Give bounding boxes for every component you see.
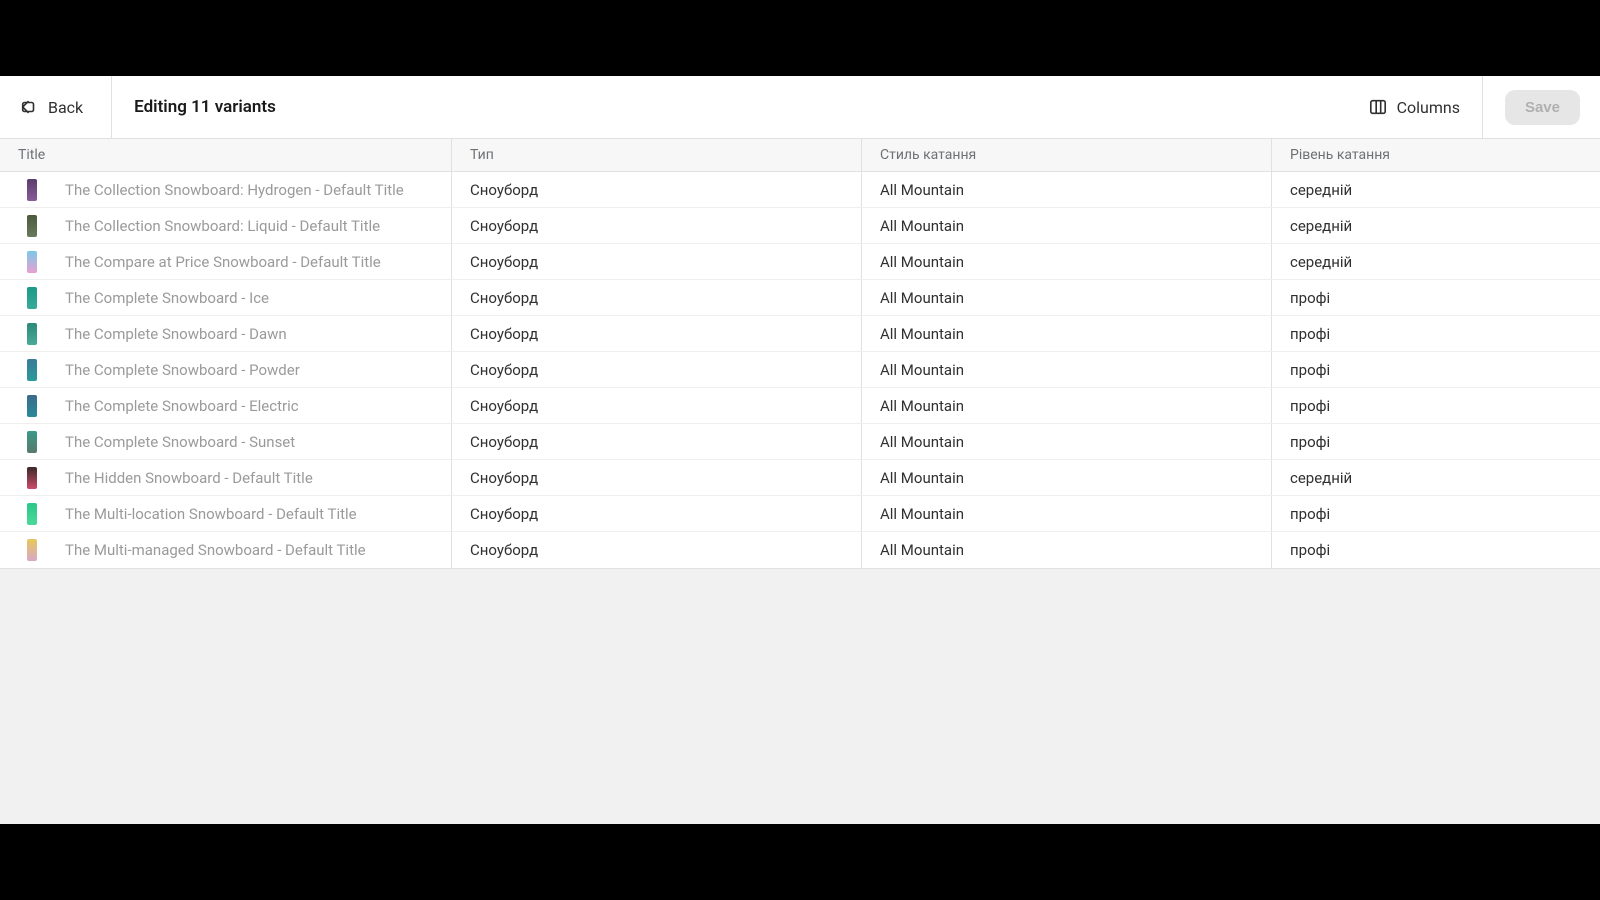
table-row[interactable]: The Complete Snowboard - Sunset СноубордA…: [0, 424, 1600, 460]
cell-title[interactable]: The Complete Snowboard - Sunset: [0, 424, 452, 459]
cell-title[interactable]: The Collection Snowboard: Liquid - Defau…: [0, 208, 452, 243]
cell-type[interactable]: Сноуборд: [452, 388, 862, 423]
product-thumbnail: [27, 215, 37, 237]
cell-type[interactable]: Сноуборд: [452, 316, 862, 351]
back-label: Back: [48, 98, 83, 117]
cell-style[interactable]: All Mountain: [862, 316, 1272, 351]
cell-type[interactable]: Сноуборд: [452, 460, 862, 495]
column-header-level[interactable]: Рівень катання: [1272, 139, 1600, 171]
product-thumbnail: [27, 251, 37, 273]
cell-type[interactable]: Сноуборд: [452, 280, 862, 315]
table-row[interactable]: The Complete Snowboard - Electric Сноубор…: [0, 388, 1600, 424]
cell-type[interactable]: Сноуборд: [452, 424, 862, 459]
cell-level[interactable]: профі: [1272, 496, 1600, 531]
variant-title: The Multi-location Snowboard - Default T…: [65, 505, 357, 523]
cell-level[interactable]: профі: [1272, 352, 1600, 387]
cell-style[interactable]: All Mountain: [862, 352, 1272, 387]
table-header-row: Title Тип Стиль катання Рівень катання: [0, 139, 1600, 172]
product-thumbnail: [27, 539, 37, 561]
variant-title: The Complete Snowboard - Dawn: [65, 325, 287, 343]
cell-type[interactable]: Сноуборд: [452, 496, 862, 531]
cell-style[interactable]: All Mountain: [862, 460, 1272, 495]
columns-button[interactable]: Columns: [1347, 76, 1483, 138]
cell-level[interactable]: профі: [1272, 388, 1600, 423]
table-row[interactable]: The Complete Snowboard - Dawn СноубордAll…: [0, 316, 1600, 352]
cell-level[interactable]: середній: [1272, 172, 1600, 207]
back-button[interactable]: Back: [20, 76, 112, 138]
table-row[interactable]: The Collection Snowboard: Liquid - Defau…: [0, 208, 1600, 244]
product-thumbnail: [27, 431, 37, 453]
cell-title[interactable]: The Compare at Price Snowboard - Default…: [0, 244, 452, 279]
table-row[interactable]: The Multi-managed Snowboard - Default Ti…: [0, 532, 1600, 568]
table-row[interactable]: The Multi-location Snowboard - Default T…: [0, 496, 1600, 532]
product-thumbnail: [27, 503, 37, 525]
bulk-editor-window: Back Editing 11 variants Columns Save Ti…: [0, 76, 1600, 824]
table-row[interactable]: The Complete Snowboard - Ice СноубордAll …: [0, 280, 1600, 316]
cell-level[interactable]: профі: [1272, 280, 1600, 315]
cell-style[interactable]: All Mountain: [862, 388, 1272, 423]
variants-table: Title Тип Стиль катання Рівень катання T…: [0, 139, 1600, 569]
column-header-title[interactable]: Title: [0, 139, 452, 171]
product-thumbnail: [27, 467, 37, 489]
cell-type[interactable]: Сноуборд: [452, 244, 862, 279]
cell-level[interactable]: середній: [1272, 460, 1600, 495]
product-thumbnail: [27, 287, 37, 309]
cell-type[interactable]: Сноуборд: [452, 532, 862, 568]
variant-title: The Complete Snowboard - Powder: [65, 361, 300, 379]
column-header-style[interactable]: Стиль катання: [862, 139, 1272, 171]
variant-title: The Collection Snowboard: Hydrogen - Def…: [65, 181, 404, 199]
cell-title[interactable]: The Complete Snowboard - Powder: [0, 352, 452, 387]
cell-title[interactable]: The Multi-location Snowboard - Default T…: [0, 496, 452, 531]
cell-style[interactable]: All Mountain: [862, 172, 1272, 207]
cell-style[interactable]: All Mountain: [862, 208, 1272, 243]
product-thumbnail: [27, 359, 37, 381]
cell-level[interactable]: профі: [1272, 532, 1600, 568]
product-thumbnail: [27, 179, 37, 201]
cell-level[interactable]: профі: [1272, 316, 1600, 351]
cell-level[interactable]: середній: [1272, 244, 1600, 279]
cell-title[interactable]: The Multi-managed Snowboard - Default Ti…: [0, 532, 452, 568]
page-title: Editing 11 variants: [134, 97, 276, 117]
product-thumbnail: [27, 323, 37, 345]
variant-title: The Complete Snowboard - Ice: [65, 289, 269, 307]
product-thumbnail: [27, 395, 37, 417]
cell-type[interactable]: Сноуборд: [452, 352, 862, 387]
cell-style[interactable]: All Mountain: [862, 496, 1272, 531]
header-bar: Back Editing 11 variants Columns Save: [0, 76, 1600, 139]
cell-title[interactable]: The Complete Snowboard - Dawn: [0, 316, 452, 351]
cell-title[interactable]: The Collection Snowboard: Hydrogen - Def…: [0, 172, 452, 207]
table-row[interactable]: The Hidden Snowboard - Default Title Сноу…: [0, 460, 1600, 496]
variant-title: The Hidden Snowboard - Default Title: [65, 469, 313, 487]
cell-title[interactable]: The Hidden Snowboard - Default Title: [0, 460, 452, 495]
column-header-type[interactable]: Тип: [452, 139, 862, 171]
table-row[interactable]: The Collection Snowboard: Hydrogen - Def…: [0, 172, 1600, 208]
columns-icon: [1369, 98, 1387, 116]
cell-level[interactable]: середній: [1272, 208, 1600, 243]
variant-title: The Complete Snowboard - Sunset: [65, 433, 295, 451]
cell-style[interactable]: All Mountain: [862, 532, 1272, 568]
cell-style[interactable]: All Mountain: [862, 424, 1272, 459]
table-body: The Collection Snowboard: Hydrogen - Def…: [0, 172, 1600, 568]
cell-style[interactable]: All Mountain: [862, 280, 1272, 315]
cell-level[interactable]: профі: [1272, 424, 1600, 459]
table-row[interactable]: The Complete Snowboard - Powder СноубордA…: [0, 352, 1600, 388]
columns-label: Columns: [1397, 98, 1460, 117]
save-button[interactable]: Save: [1505, 90, 1580, 125]
variant-title: The Complete Snowboard - Electric: [65, 397, 299, 415]
cell-type[interactable]: Сноуборд: [452, 208, 862, 243]
variant-title: The Multi-managed Snowboard - Default Ti…: [65, 541, 366, 559]
cell-type[interactable]: Сноуборд: [452, 172, 862, 207]
back-icon: [20, 98, 38, 116]
table-row[interactable]: The Compare at Price Snowboard - Default…: [0, 244, 1600, 280]
cell-title[interactable]: The Complete Snowboard - Ice: [0, 280, 452, 315]
variant-title: The Compare at Price Snowboard - Default…: [65, 253, 381, 271]
cell-title[interactable]: The Complete Snowboard - Electric: [0, 388, 452, 423]
cell-style[interactable]: All Mountain: [862, 244, 1272, 279]
variant-title: The Collection Snowboard: Liquid - Defau…: [65, 217, 380, 235]
